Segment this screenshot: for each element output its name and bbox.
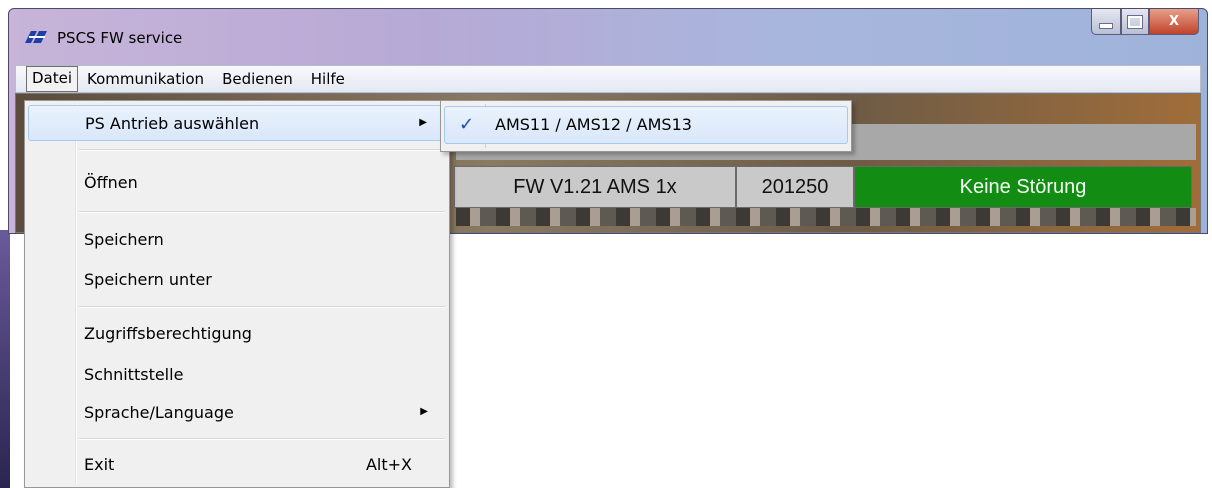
menu-item-label: Exit (84, 455, 115, 474)
menu-item-label: Zugriffsberechtigung (84, 324, 252, 343)
submenu-item-label: AMS11 / AMS12 / AMS13 (495, 115, 692, 134)
menu-item-ps-antrieb[interactable]: PS Antrieb auswählen ▶ (28, 105, 446, 141)
menu-bedienen[interactable]: Bedienen (213, 67, 302, 91)
submenu-arrow-icon: ▶ (420, 406, 428, 417)
menu-separator (79, 438, 445, 440)
menu-item-zugriffsberechtigung[interactable]: Zugriffsberechtigung (28, 316, 446, 352)
menu-item-label: PS Antrieb auswählen (85, 114, 260, 133)
menu-item-label: Speichern (84, 230, 164, 249)
status-row: FW V1.21 AMS 1x 201250 Keine Störung (454, 166, 1192, 208)
menu-item-oeffnen[interactable]: Öffnen (28, 165, 446, 201)
menu-bar: Datei Kommunikation Bedienen Hilfe (15, 65, 1201, 93)
submenu-item-ams11-ams12-ams13[interactable]: ✓ AMS11 / AMS12 / AMS13 (444, 106, 848, 144)
menu-item-label: Öffnen (84, 173, 138, 192)
menu-separator (79, 149, 445, 151)
maximize-button[interactable] (1121, 9, 1149, 35)
close-icon: X (1168, 14, 1180, 29)
menu-separator (79, 211, 445, 213)
app-logo-icon (25, 31, 47, 43)
menu-separator (79, 306, 445, 308)
menu-item-speichern[interactable]: Speichern (28, 222, 446, 258)
menu-item-label: Sprache/Language (84, 403, 234, 422)
window-controls: X (1091, 9, 1199, 37)
minimize-button[interactable] (1091, 9, 1121, 35)
submenu-arrow-icon: ▶ (419, 117, 427, 128)
minimize-icon (1099, 22, 1113, 29)
menu-hilfe[interactable]: Hilfe (302, 67, 354, 91)
menu-item-exit[interactable]: Exit Alt+X (28, 447, 446, 483)
menu-datei[interactable]: Datei (26, 66, 79, 92)
title-bar[interactable]: PSCS FW service X (9, 9, 1207, 61)
menu-kommunikation[interactable]: Kommunikation (78, 67, 213, 91)
menu-item-label: Schnittstelle (84, 365, 184, 384)
ps-antrieb-submenu: ✓ AMS11 / AMS12 / AMS13 (440, 100, 852, 152)
device-number-field: 201250 (736, 166, 854, 208)
background-photo (456, 208, 1196, 226)
menu-item-label: Speichern unter (84, 270, 212, 289)
checkmark-icon: ✓ (459, 114, 475, 135)
menu-item-schnittstelle[interactable]: Schnittstelle (28, 357, 446, 393)
close-button[interactable]: X (1149, 9, 1199, 35)
menu-item-sprache[interactable]: Sprache/Language ▶ (28, 395, 446, 431)
datei-dropdown-menu: PS Antrieb auswählen ▶ Öffnen Speichern … (24, 100, 450, 488)
maximize-icon (1127, 14, 1143, 29)
desktop-background (0, 230, 10, 488)
firmware-version-field: FW V1.21 AMS 1x (454, 166, 736, 208)
menu-item-shortcut: Alt+X (365, 455, 412, 474)
menu-item-speichern-unter[interactable]: Speichern unter (28, 262, 446, 298)
fault-status-indicator: Keine Störung (854, 166, 1192, 208)
window-title: PSCS FW service (57, 29, 183, 47)
